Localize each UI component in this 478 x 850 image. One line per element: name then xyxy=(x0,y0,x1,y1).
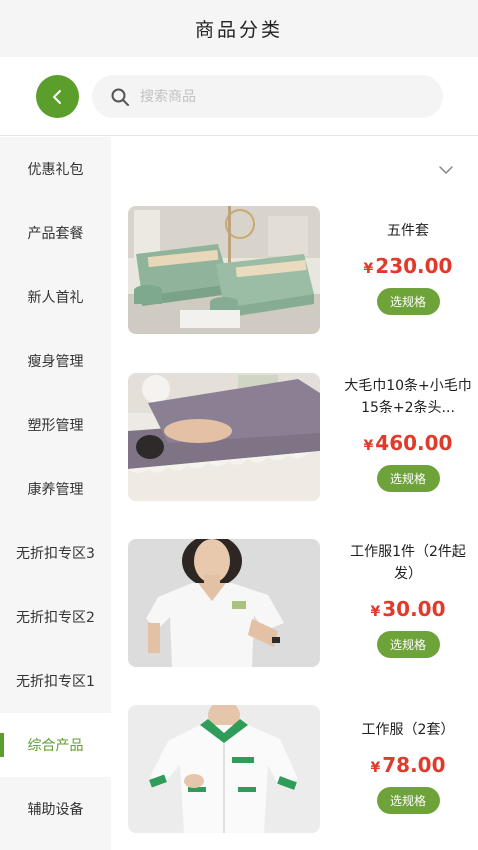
select-spec-button[interactable]: 选规格 xyxy=(376,288,440,315)
back-button[interactable] xyxy=(36,75,79,118)
product-image-bed-set[interactable] xyxy=(128,206,320,334)
search-icon xyxy=(111,88,129,106)
product-list: 五件套 ¥230.00 选规格 大毛巾10条+小毛巾15条+2条头... ¥46… xyxy=(111,137,478,850)
product-card[interactable]: 工作服（2套） ¥78.00 选规格 xyxy=(128,705,468,835)
sidebar-item-chanpin-taocan[interactable]: 产品套餐 xyxy=(0,201,111,265)
sidebar-item-kangyang-guanli[interactable]: 康养管理 xyxy=(0,457,111,521)
product-info: 五件套 ¥230.00 选规格 xyxy=(340,206,476,315)
sidebar-item-fuzhu-shebei[interactable]: 辅助设备 xyxy=(0,777,111,841)
title-bar: 商品分类 xyxy=(0,0,478,57)
product-name: 五件套 xyxy=(387,223,429,239)
sidebar-item-xinren-shouli[interactable]: 新人首礼 xyxy=(0,265,111,329)
product-name: 工作服1件（2件起发） xyxy=(350,544,466,582)
sidebar-item-label: 优惠礼包 xyxy=(27,162,84,178)
product-name: 工作服（2套） xyxy=(361,722,455,738)
product-image-uniform-tshirt[interactable] xyxy=(128,539,320,667)
product-price: ¥230.00 xyxy=(363,254,453,278)
product-info: 工作服1件（2件起发） ¥30.00 选规格 xyxy=(340,539,476,658)
page-title: 商品分类 xyxy=(194,19,283,41)
product-price: ¥460.00 xyxy=(363,431,453,455)
sidebar-item-label: 产品套餐 xyxy=(27,226,84,242)
product-card[interactable]: 大毛巾10条+小毛巾15条+2条头... ¥460.00 选规格 xyxy=(128,373,472,503)
category-sidebar: 优惠礼包 产品套餐 新人首礼 瘦身管理 塑形管理 康养管理 无折扣专区3 无折扣… xyxy=(0,137,111,850)
product-image-uniform-coat[interactable] xyxy=(128,705,320,833)
sidebar-item-label: 康养管理 xyxy=(27,482,84,498)
active-indicator xyxy=(0,733,4,757)
sidebar-item-no-discount-2[interactable]: 无折扣专区2 xyxy=(0,585,111,649)
product-info: 大毛巾10条+小毛巾15条+2条头... ¥460.00 选规格 xyxy=(340,373,476,492)
sidebar-item-zonghe-chanpin[interactable]: 综合产品 xyxy=(0,713,111,777)
sidebar-item-shoushen-guanli[interactable]: 瘦身管理 xyxy=(0,329,111,393)
sidebar-item-label: 瘦身管理 xyxy=(27,354,84,370)
select-spec-button[interactable]: 选规格 xyxy=(376,787,440,814)
product-name: 大毛巾10条+小毛巾15条+2条头... xyxy=(344,378,472,416)
sidebar-item-youhui-libao[interactable]: 优惠礼包 xyxy=(0,137,111,201)
search-row xyxy=(0,57,478,136)
sidebar-item-no-discount-3[interactable]: 无折扣专区3 xyxy=(0,521,111,585)
product-card[interactable]: 五件套 ¥230.00 选规格 xyxy=(128,206,468,336)
product-card[interactable]: 工作服1件（2件起发） ¥30.00 选规格 xyxy=(128,539,468,669)
sidebar-item-suxing-guanli[interactable]: 塑形管理 xyxy=(0,393,111,457)
select-spec-button[interactable]: 选规格 xyxy=(376,465,440,492)
sidebar-item-label: 无折扣专区3 xyxy=(16,546,95,562)
sidebar-item-label: 辅助设备 xyxy=(27,802,84,818)
product-price: ¥78.00 xyxy=(370,753,446,777)
sidebar-item-label: 无折扣专区1 xyxy=(16,674,95,690)
product-info: 工作服（2套） ¥78.00 选规格 xyxy=(340,705,476,814)
sidebar-item-label: 综合产品 xyxy=(27,738,84,754)
sidebar-item-label: 新人首礼 xyxy=(27,290,84,306)
search-box[interactable] xyxy=(92,75,443,118)
sidebar-item-no-discount-1[interactable]: 无折扣专区1 xyxy=(0,649,111,713)
sidebar-item-label: 塑形管理 xyxy=(27,418,84,434)
product-price: ¥30.00 xyxy=(370,597,446,621)
chevron-down-icon[interactable] xyxy=(437,161,455,179)
search-input[interactable] xyxy=(140,88,400,105)
select-spec-button[interactable]: 选规格 xyxy=(376,631,440,658)
product-image-towels[interactable] xyxy=(128,373,320,501)
chevron-left-icon xyxy=(52,89,61,104)
sidebar-item-label: 无折扣专区2 xyxy=(16,610,95,626)
